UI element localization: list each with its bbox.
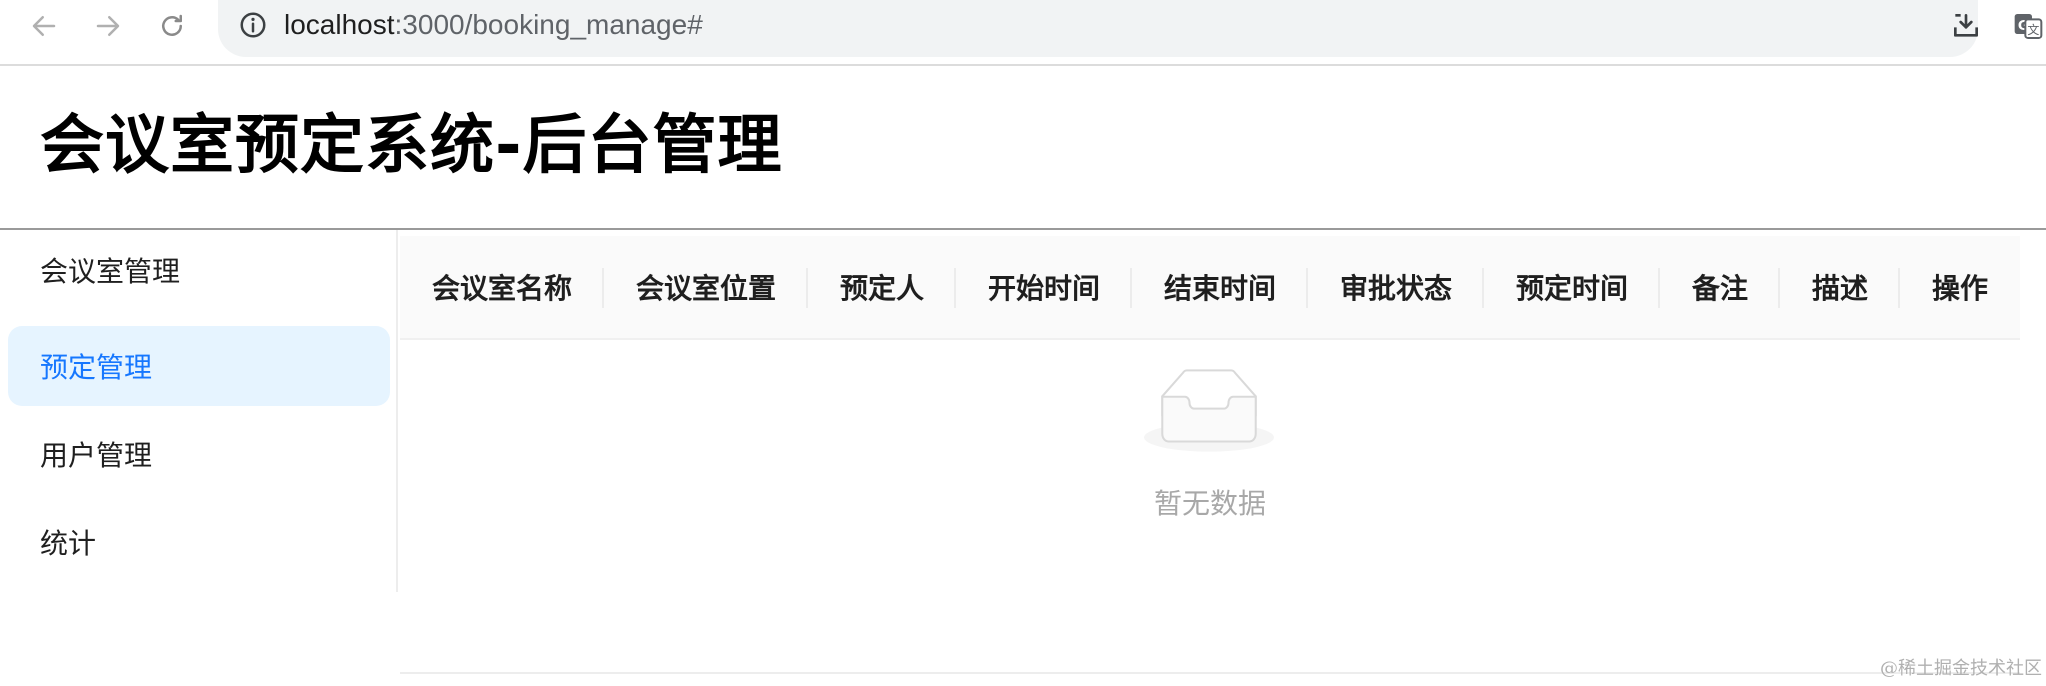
site-info-icon[interactable] <box>238 10 268 40</box>
back-arrow-icon <box>32 16 56 36</box>
column-divider <box>1306 268 1308 308</box>
page-title: 会议室预定系统-后台管理 <box>40 109 783 183</box>
empty-inbox-icon <box>1144 369 1274 452</box>
url-text: localhost:3000/booking_manage# <box>284 8 703 42</box>
install-download-icon <box>1954 13 1978 37</box>
column-divider <box>602 268 604 308</box>
column-divider <box>1778 268 1780 308</box>
sidebar-item-label: 统计 <box>40 527 97 560</box>
booking-table: 会议室名称 会议室位置 预定人 开始时间 结束时间 审批状态 预定时间 备注 描… <box>400 230 2020 686</box>
install-app-button[interactable] <box>1946 6 1986 46</box>
column-divider <box>1130 268 1132 308</box>
column-header-description: 描述 <box>1812 272 1869 305</box>
reload-button[interactable] <box>152 6 192 46</box>
table-bottom-divider <box>400 672 2020 674</box>
column-header-booking-time: 预定时间 <box>1516 272 1629 305</box>
column-header-end-time: 结束时间 <box>1164 272 1277 305</box>
page-header: 会议室预定系统-后台管理 <box>0 66 2046 230</box>
column-header-start-time: 开始时间 <box>988 272 1101 305</box>
forward-arrow-icon <box>96 16 120 36</box>
column-divider <box>1658 268 1660 308</box>
table-header: 会议室名称 会议室位置 预定人 开始时间 结束时间 审批状态 预定时间 备注 描… <box>400 236 2020 340</box>
back-button[interactable] <box>24 6 64 46</box>
sidebar-menu: 会议室管理 预定管理 用户管理 统计 <box>0 230 398 592</box>
column-divider <box>954 268 956 308</box>
column-header-actions: 操作 <box>1932 272 1989 305</box>
column-header-booker: 预定人 <box>840 272 925 305</box>
url-path: :3000/booking_manage# <box>394 9 703 40</box>
url-host: localhost <box>284 9 395 40</box>
sidebar-item-booking-manage[interactable]: 预定管理 <box>8 326 390 406</box>
empty-state-text: 暂无数据 <box>1153 487 1266 520</box>
reload-icon <box>162 14 182 36</box>
column-header-room-name: 会议室名称 <box>432 272 573 305</box>
address-bar[interactable]: localhost:3000/booking_manage# <box>218 0 1978 57</box>
table-empty-state: 暂无数据 <box>400 340 2020 580</box>
browser-toolbar: localhost:3000/booking_manage# G 文 <box>0 0 2046 66</box>
sidebar-item-label: 用户管理 <box>40 439 153 472</box>
sidebar-item-label: 预定管理 <box>40 351 153 384</box>
watermark: @稀土掘金技术社区 <box>1880 658 2042 679</box>
column-header-room-location: 会议室位置 <box>636 272 777 305</box>
column-divider <box>1898 268 1900 308</box>
forward-button[interactable] <box>88 6 128 46</box>
column-header-remark: 备注 <box>1692 272 1749 305</box>
translate-icon: G 文 <box>2014 14 2043 39</box>
column-divider <box>806 268 808 308</box>
svg-text:文: 文 <box>2027 22 2039 37</box>
sidebar-item-meeting-room-manage[interactable]: 会议室管理 <box>8 230 390 310</box>
sidebar-item-label: 会议室管理 <box>40 255 181 288</box>
sidebar-item-user-manage[interactable]: 用户管理 <box>8 414 390 494</box>
column-header-approval-status: 审批状态 <box>1340 272 1453 305</box>
sidebar-item-statistics[interactable]: 统计 <box>8 502 390 582</box>
column-divider <box>1482 268 1484 308</box>
translate-button[interactable]: G 文 <box>2008 6 2046 46</box>
